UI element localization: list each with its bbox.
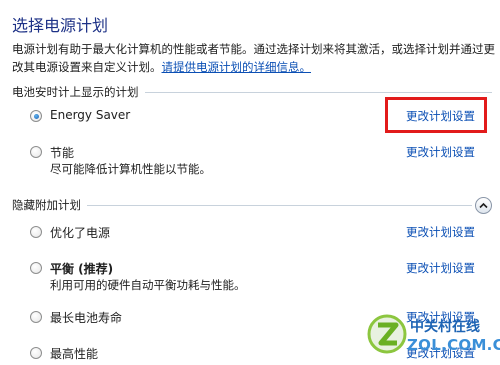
watermark-brand-en: ZOL.COM.CN <box>407 336 500 354</box>
plan-name: Energy Saver <box>50 108 131 122</box>
plan-radio-optimized-power[interactable] <box>30 226 42 238</box>
change-plan-settings-power-saver[interactable]: 更改计划设置 <box>406 144 475 160</box>
power-plan-info-link[interactable]: 请提供电源计划的详细信息。 <box>162 60 312 74</box>
plan-radio-power-saver[interactable] <box>30 146 42 158</box>
change-plan-settings-balanced[interactable]: 更改计划设置 <box>406 260 475 276</box>
zol-logo-icon <box>367 314 407 354</box>
plan-radio-energy-saver[interactable] <box>30 110 42 122</box>
hidden-plans-header[interactable]: 隐藏附加计划 <box>12 196 492 214</box>
plan-description: 利用可用的硬件自动平衡功耗与性能。 <box>50 278 246 292</box>
plan-radio-balanced[interactable] <box>30 262 42 274</box>
plan-name: 最高性能 <box>50 347 99 361</box>
plan-name: 节能 <box>50 146 75 160</box>
change-plan-settings-optimized-power[interactable]: 更改计划设置 <box>406 224 475 240</box>
intro-text: 电源计划有助于最大化计算机的性能或者节能。通过选择计划来将其激活，或选择计划并通… <box>12 40 496 76</box>
zol-watermark: 中关村在线 ZOL.COM.CN <box>367 312 500 362</box>
watermark-brand-cn: 中关村在线 <box>410 319 480 335</box>
plan-name: 优化了电源 <box>50 226 111 240</box>
plan-radio-max-battery-life[interactable] <box>30 311 42 323</box>
collapse-button[interactable] <box>475 196 492 214</box>
plan-name: 最长电池寿命 <box>50 311 123 325</box>
plan-name: 平衡 (推荐) <box>50 262 114 276</box>
highlight-annotation <box>385 97 487 133</box>
section-divider <box>87 205 472 206</box>
page-title: 选择电源计划 <box>12 16 109 35</box>
plan-description: 尽可能降低计算机性能以节能。 <box>50 162 211 176</box>
plan-radio-max-performance[interactable] <box>30 347 42 359</box>
hidden-plans-header-label: 隐藏附加计划 <box>12 198 81 212</box>
battery-plans-header-label: 电池安时计上显示的计划 <box>12 85 139 99</box>
section-divider <box>144 92 492 93</box>
chevron-up-icon <box>479 202 488 208</box>
